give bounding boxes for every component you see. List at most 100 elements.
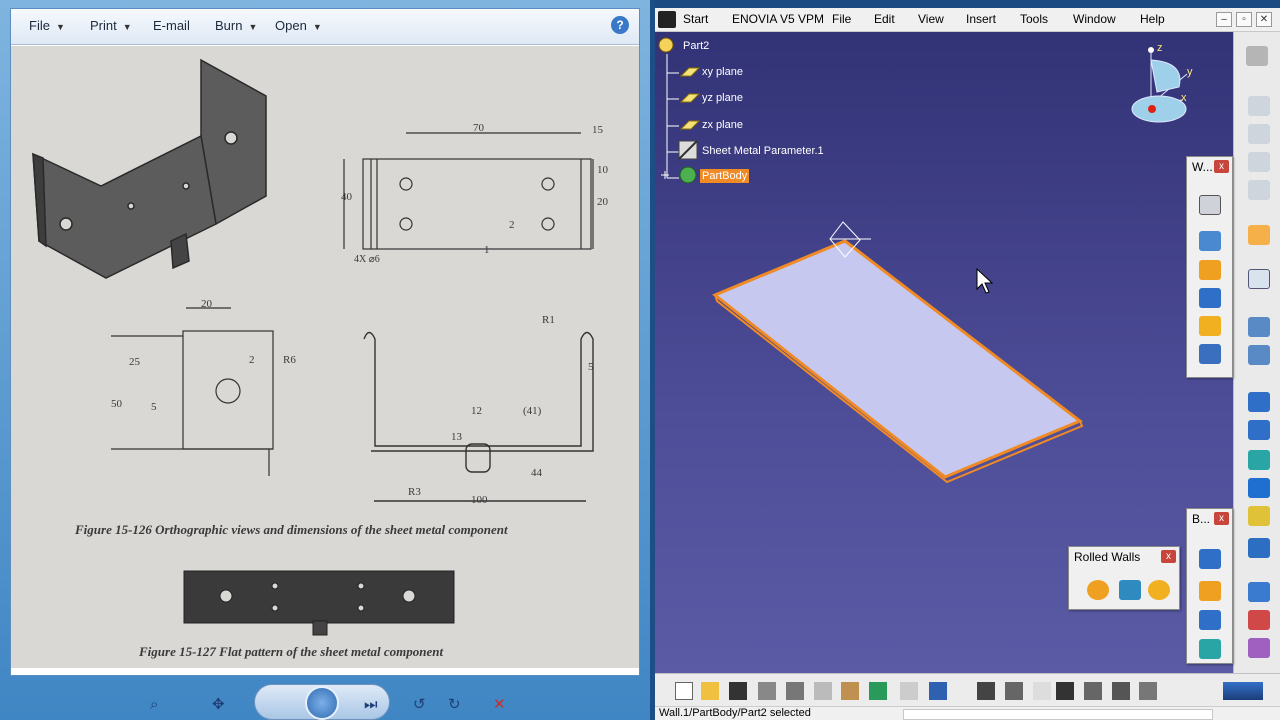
parameter-icon[interactable] [1139,682,1157,700]
menu-start[interactable]: Start [683,12,708,26]
rotate-cw-button[interactable]: ↻ [448,692,461,718]
sketch-icon[interactable] [1248,269,1270,289]
help-icon[interactable]: ? [611,16,629,34]
fold-icon[interactable] [1199,639,1221,659]
copy-icon[interactable] [814,682,832,700]
view-icon[interactable] [1248,420,1270,440]
render-icon[interactable] [1248,152,1270,172]
menu-insert[interactable]: Insert [966,12,996,26]
bend-icon[interactable] [1199,549,1221,569]
menu-print[interactable]: Print ▼ [90,18,132,33]
menu-email[interactable]: E-mail [153,18,190,33]
measure-icon[interactable] [1248,610,1270,630]
sheet-metal-parameters-icon[interactable] [1199,195,1221,215]
table-icon[interactable] [1056,682,1074,700]
open-icon[interactable] [701,682,719,700]
rotate-ccw-button[interactable]: ↺ [413,692,426,718]
print-icon[interactable] [758,682,776,700]
wall-icon[interactable] [1199,260,1221,280]
close-icon[interactable]: x [1214,512,1229,525]
view-icon[interactable] [1248,450,1270,470]
knowledge-icon[interactable] [1005,682,1023,700]
figure-caption: Figure 15-127 Flat pattern of the sheet … [139,644,444,659]
rolled-walls-title: Rolled Walls [1074,550,1141,564]
tree-item-xy-plane[interactable]: xy plane [702,66,743,78]
top-view [343,132,594,250]
dim-label: 50 [111,398,122,410]
redo-icon[interactable] [900,682,918,700]
workbench-icon[interactable] [1246,46,1268,66]
wall-on-edge-icon[interactable] [1199,288,1221,308]
part-icon [658,37,674,53]
menu-help[interactable]: Help [1140,12,1165,26]
dim-label: 4X ⌀6 [354,254,380,265]
tree-item-yz-plane[interactable]: yz plane [702,92,743,104]
fit-button[interactable]: ✥ [212,692,225,718]
dim-label: 70 [473,122,484,134]
render-icon[interactable] [1248,124,1270,144]
measure-icon[interactable] [1248,582,1270,602]
bend-icon[interactable] [1199,231,1221,251]
menu-edit[interactable]: Edit [874,12,895,26]
bend-icon[interactable] [1199,581,1221,601]
menu-view[interactable]: View [918,12,944,26]
tree-item-partbody[interactable]: PartBody [700,169,750,183]
lock-icon[interactable] [1033,682,1051,700]
undo-icon[interactable] [869,682,887,700]
dim-label: 15 [592,124,603,136]
chevron-down-icon: ▼ [122,22,132,32]
catalog-icon[interactable] [1084,682,1102,700]
photo-viewer-window: File ▼ Print ▼ E-mail Burn ▼ Open ▼ ? 70… [0,0,650,720]
chevron-down-icon: ▼ [312,22,322,32]
render-icon[interactable] [1248,96,1270,116]
view-icon[interactable] [1248,392,1270,412]
axis-icon[interactable] [1248,345,1270,365]
catia-start-icon[interactable] [658,11,676,28]
extrusion-icon[interactable] [1199,316,1221,336]
cube-icon[interactable] [1248,506,1270,526]
dim-label: 1 [484,244,490,256]
menu-burn[interactable]: Burn ▼ [215,18,257,33]
bead-icon[interactable] [1148,580,1170,600]
menu-open[interactable]: Open ▼ [275,18,322,33]
chevron-down-icon: ▼ [248,22,258,32]
dim-label: 25 [129,356,140,368]
view-icon[interactable] [1248,538,1270,558]
menu-file[interactable]: File [832,12,851,26]
paste-icon[interactable] [841,682,859,700]
close-icon[interactable]: x [1214,160,1229,173]
slideshow-icon [305,686,339,720]
dim-label: 20 [201,298,212,310]
whats-this-icon[interactable] [929,682,947,700]
menu-tools[interactable]: Tools [1020,12,1048,26]
axis-icon[interactable] [1248,317,1270,337]
close-icon[interactable]: x [1161,550,1176,563]
close-button[interactable]: ✕ [1256,12,1272,27]
dim-label: R1 [542,314,555,326]
command-input[interactable] [903,709,1213,720]
cube-icon[interactable] [1248,478,1270,498]
library-icon[interactable] [1112,682,1130,700]
hopper-icon[interactable] [1087,580,1109,600]
menu-window[interactable]: Window [1073,12,1116,26]
delete-button[interactable]: ✕ [493,692,506,718]
unfold-icon[interactable] [1199,610,1221,630]
menu-enovia[interactable]: ENOVIA V5 VPM [732,12,824,26]
new-icon[interactable] [675,682,693,700]
formula-icon[interactable] [977,682,995,700]
tree-item-zx-plane[interactable]: zx plane [702,119,743,131]
restore-button[interactable]: ▫ [1236,12,1252,27]
measure-icon[interactable] [1248,638,1270,658]
select-arrow-icon[interactable] [1248,225,1270,245]
rolled-wall-icon[interactable] [1119,580,1141,600]
save-icon[interactable] [729,682,747,700]
menu-file[interactable]: File ▼ [29,18,65,33]
tree-item-sheet-metal-parameter[interactable]: Sheet Metal Parameter.1 [702,145,824,157]
render-icon[interactable] [1248,180,1270,200]
tree-root[interactable]: Part2 [683,40,709,52]
next-button[interactable]: ⏭ [364,692,378,718]
flange-icon[interactable] [1199,344,1221,364]
cut-icon[interactable] [786,682,804,700]
minimize-button[interactable]: – [1216,12,1232,27]
zoom-button[interactable]: ⌕ [150,692,158,718]
